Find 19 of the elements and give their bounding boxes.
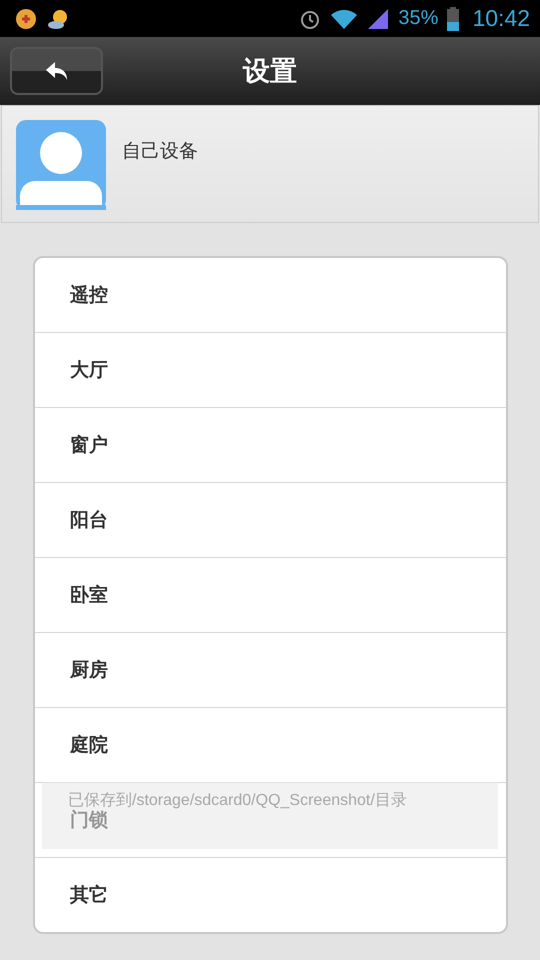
room-item[interactable]: 遥控 [35,258,506,332]
device-name: 自己设备 [122,139,198,164]
back-button[interactable] [10,47,103,95]
battery-icon [446,6,460,30]
room-item[interactable]: 卧室 [35,557,506,632]
clock-time: 10:42 [472,5,530,32]
back-arrow-icon [44,61,68,81]
room-item[interactable]: 其它 [35,857,506,932]
room-item[interactable]: 大厅 [35,332,506,407]
avatar-icon [16,120,106,210]
battery-percent: 35% [398,7,438,30]
wifi-icon [330,8,358,30]
room-item[interactable]: 窗户 [35,407,506,482]
app-icon [14,6,38,30]
room-item[interactable]: 庭院 [35,707,506,782]
signal-icon [366,6,390,30]
page-title: 设置 [242,55,298,89]
room-item[interactable]: 阳台 [35,482,506,557]
room-item[interactable]: 厨房 [35,632,506,707]
